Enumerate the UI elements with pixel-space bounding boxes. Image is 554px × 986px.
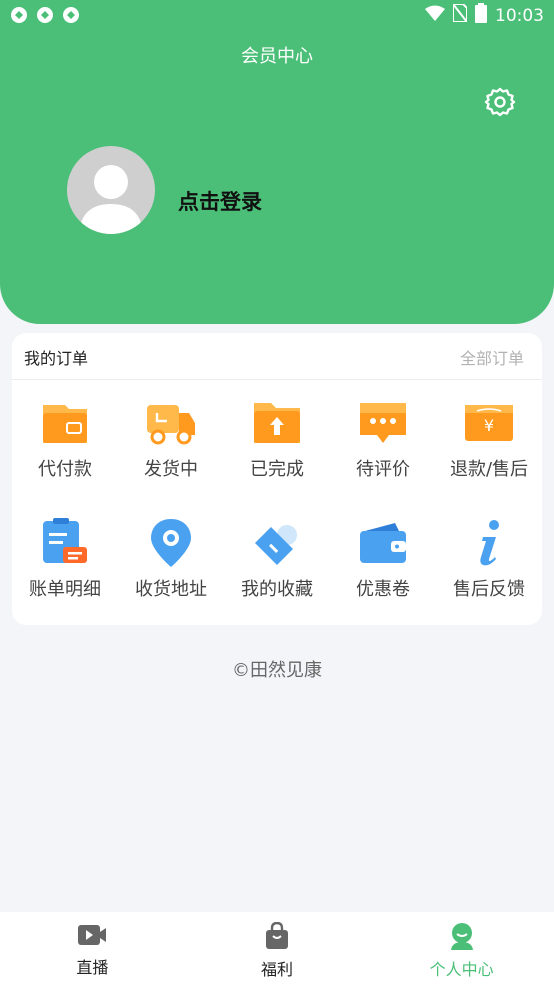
status-bar: 10:03	[0, 0, 554, 30]
order-status-label: 已完成	[250, 459, 304, 480]
bill-icon	[43, 518, 87, 563]
comment-icon	[360, 403, 406, 443]
order-refund[interactable]: ¥ 退款/售后	[436, 379, 542, 501]
default-avatar-icon	[79, 165, 143, 234]
profile-header: 10:03 会员中心 点击登录	[0, 0, 554, 324]
order-completed[interactable]: 已完成	[224, 379, 330, 501]
service-label: 收货地址	[135, 579, 207, 600]
orders-card: 我的订单 全部订单 代付款 发货中 已完成 待评价 ¥ 退款/售后 账单明细 收…	[12, 333, 542, 625]
no-sim-icon	[452, 3, 468, 27]
tab-welfare[interactable]: 福利	[185, 912, 370, 986]
bill-details[interactable]: 账单明细	[12, 501, 118, 625]
wifi-icon	[425, 5, 445, 26]
bag-icon	[266, 922, 288, 949]
wallet-icon	[43, 405, 87, 443]
order-pending-payment[interactable]: 代付款	[12, 379, 118, 501]
clock-time: 10:03	[495, 5, 544, 26]
order-status-label: 发货中	[144, 459, 198, 480]
notification-icon	[36, 6, 54, 24]
settings-button[interactable]	[484, 86, 516, 118]
my-favorites[interactable]: 我的收藏	[224, 501, 330, 625]
battery-icon	[475, 3, 487, 28]
video-icon	[78, 925, 107, 945]
truck-icon	[147, 405, 195, 445]
coupons[interactable]: 优惠卷	[330, 501, 436, 625]
person-icon	[450, 923, 473, 950]
order-status-label: 代付款	[38, 459, 92, 480]
order-status-label: 退款/售后	[449, 459, 529, 480]
tab-label: 直播	[76, 958, 109, 977]
gear-icon	[484, 87, 516, 117]
page-title: 会员中心	[241, 46, 313, 67]
tab-live[interactable]: 直播	[0, 912, 185, 986]
avatar[interactable]	[67, 146, 155, 234]
refund-icon: ¥	[465, 405, 513, 441]
svg-text:¥: ¥	[484, 416, 494, 435]
coupon-wallet-icon	[360, 523, 406, 563]
bottom-tab-bar: 直播 福利 个人中心	[0, 912, 554, 986]
after-sales-feedback[interactable]: 售后反馈	[436, 501, 542, 625]
order-shipping[interactable]: 发货中	[118, 379, 224, 501]
tab-label: 个人中心	[429, 960, 494, 979]
service-label: 优惠卷	[356, 579, 410, 600]
notification-icon	[62, 6, 80, 24]
service-label: 我的收藏	[241, 579, 313, 600]
order-status-label: 待评价	[356, 459, 410, 480]
info-icon	[480, 520, 499, 566]
folder-upload-icon	[254, 403, 300, 443]
copyright-text: ©田然见康	[232, 660, 322, 681]
service-label: 账单明细	[29, 579, 101, 600]
service-label: 售后反馈	[453, 579, 525, 600]
location-icon	[151, 519, 191, 567]
login-link[interactable]: 点击登录	[178, 186, 262, 216]
notification-icon	[10, 6, 28, 24]
shipping-address[interactable]: 收货地址	[118, 501, 224, 625]
tab-profile[interactable]: 个人中心	[369, 912, 554, 986]
order-pending-review[interactable]: 待评价	[330, 379, 436, 501]
all-orders-link[interactable]: 全部订单	[460, 345, 524, 369]
tab-label: 福利	[261, 960, 294, 979]
orders-title: 我的订单	[24, 349, 89, 368]
heart-tag-icon	[255, 525, 297, 565]
